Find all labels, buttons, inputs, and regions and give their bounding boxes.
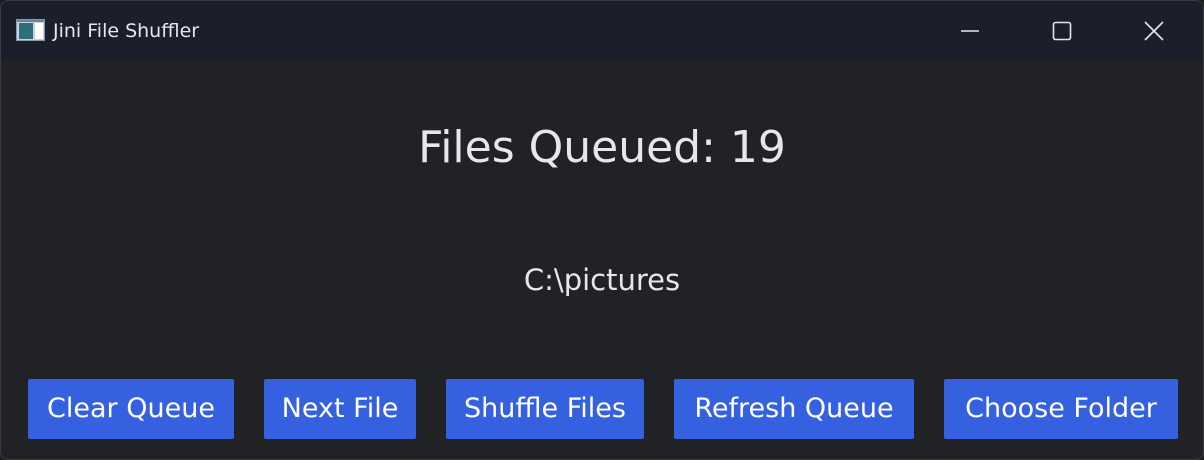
minimize-icon	[961, 29, 979, 32]
next-file-button[interactable]: Next File	[264, 379, 416, 439]
close-button[interactable]	[1119, 1, 1189, 60]
close-icon	[1144, 20, 1164, 41]
refresh-queue-button[interactable]: Refresh Queue	[674, 379, 914, 439]
folder-path-label: C:\pictures	[523, 263, 681, 297]
maximize-icon	[1052, 21, 1072, 40]
app-window: Jini File Shuffler Files Queued: 19 C:\p…	[0, 0, 1204, 460]
title-bar[interactable]: Jini File Shuffler	[1, 1, 1203, 60]
main-content: Files Queued: 19 C:\pictures Clear Queue…	[1, 60, 1203, 459]
shuffle-files-button[interactable]: Shuffle Files	[446, 379, 644, 439]
choose-folder-button[interactable]: Choose Folder	[944, 379, 1178, 439]
minimize-button[interactable]	[935, 1, 1005, 60]
maximize-button[interactable]	[1027, 1, 1097, 60]
files-queued-label: Files Queued: 19	[418, 122, 786, 173]
window-title: Jini File Shuffler	[53, 20, 200, 42]
app-window-icon[interactable]	[16, 19, 45, 41]
clear-queue-button[interactable]: Clear Queue	[28, 379, 234, 439]
